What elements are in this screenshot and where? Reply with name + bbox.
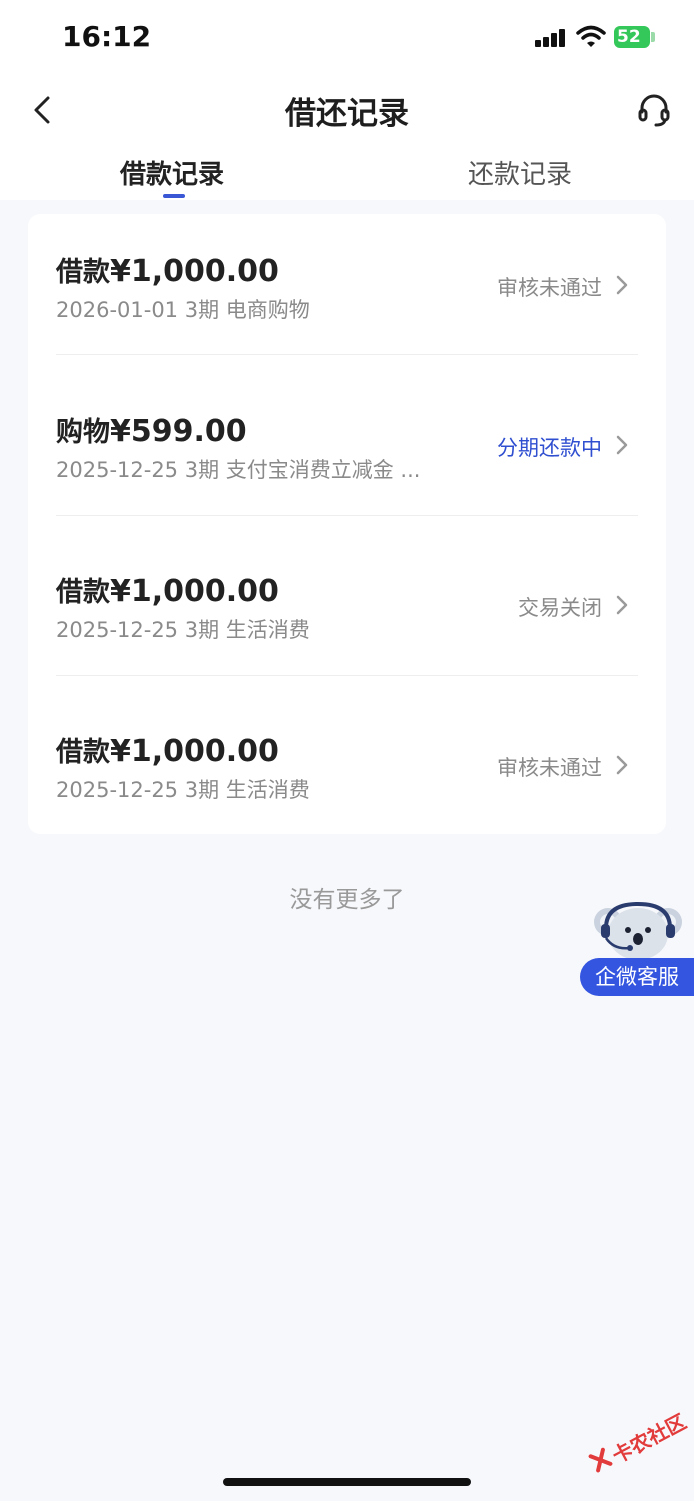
chevron-right-icon <box>616 595 628 615</box>
top-bar: 16:12 52 借还记录 借款记录 还款记录 <box>0 0 694 200</box>
no-more-text: 没有更多了 <box>289 887 405 913</box>
watermark-logo-icon <box>588 1447 613 1473</box>
row-divider <box>56 354 638 355</box>
status-time: 16:12 <box>62 20 152 53</box>
record-row[interactable]: 借款¥1,000.00 2025-12-25 3期 生活消费 交易关闭 <box>28 534 666 694</box>
tab-repayment-records[interactable]: 还款记录 <box>468 154 572 191</box>
record-amount: ¥1,000.00 <box>110 254 279 289</box>
record-type: 借款 <box>56 257 110 288</box>
page-title: 借还记录 <box>285 96 409 132</box>
watermark: 卡农社区 <box>579 1393 694 1501</box>
record-amount: ¥1,000.00 <box>110 574 279 609</box>
row-divider <box>56 515 638 516</box>
record-row[interactable]: 借款¥1,000.00 2026-01-01 3期 电商购物 审核未通过 <box>28 214 666 374</box>
cellular-signal-icon <box>535 29 567 47</box>
record-amount: ¥1,000.00 <box>110 734 279 769</box>
koala-mascot-icon[interactable] <box>592 898 684 960</box>
records-card: 借款¥1,000.00 2026-01-01 3期 电商购物 审核未通过 购物¥… <box>28 214 666 834</box>
record-type: 借款 <box>56 577 110 608</box>
record-status: 分期还款中 <box>497 436 602 460</box>
watermark-text: 卡农社区 <box>608 1409 691 1469</box>
wecom-customer-service-button[interactable]: 企微客服 <box>580 958 694 996</box>
home-indicator[interactable] <box>223 1478 471 1486</box>
row-divider <box>56 675 638 676</box>
chevron-right-icon <box>616 275 628 295</box>
record-row[interactable]: 借款¥1,000.00 2025-12-25 3期 生活消费 审核未通过 <box>28 694 666 854</box>
record-subtitle: 2026-01-01 3期 电商购物 <box>56 298 310 322</box>
record-status: 审核未通过 <box>497 276 602 300</box>
chevron-right-icon <box>616 435 628 455</box>
record-subtitle: 2025-12-25 3期 生活消费 <box>56 778 310 802</box>
tab-loan-records[interactable]: 借款记录 <box>120 154 224 191</box>
record-status: 交易关闭 <box>518 596 602 620</box>
wifi-icon <box>576 25 606 47</box>
battery-cap <box>651 32 655 42</box>
record-subtitle: 2025-12-25 3期 支付宝消费立减金 ... <box>56 458 421 482</box>
record-subtitle: 2025-12-25 3期 生活消费 <box>56 618 310 642</box>
record-type: 购物 <box>56 417 110 448</box>
record-status: 审核未通过 <box>497 756 602 780</box>
chevron-right-icon <box>616 755 628 775</box>
record-row[interactable]: 购物¥599.00 2025-12-25 3期 支付宝消费立减金 ... 分期还… <box>28 374 666 534</box>
record-type: 借款 <box>56 737 110 768</box>
record-amount: ¥599.00 <box>110 414 247 449</box>
customer-service-headset-icon[interactable] <box>636 92 672 128</box>
active-tab-indicator <box>163 194 185 198</box>
battery-icon: 52 <box>614 26 650 48</box>
